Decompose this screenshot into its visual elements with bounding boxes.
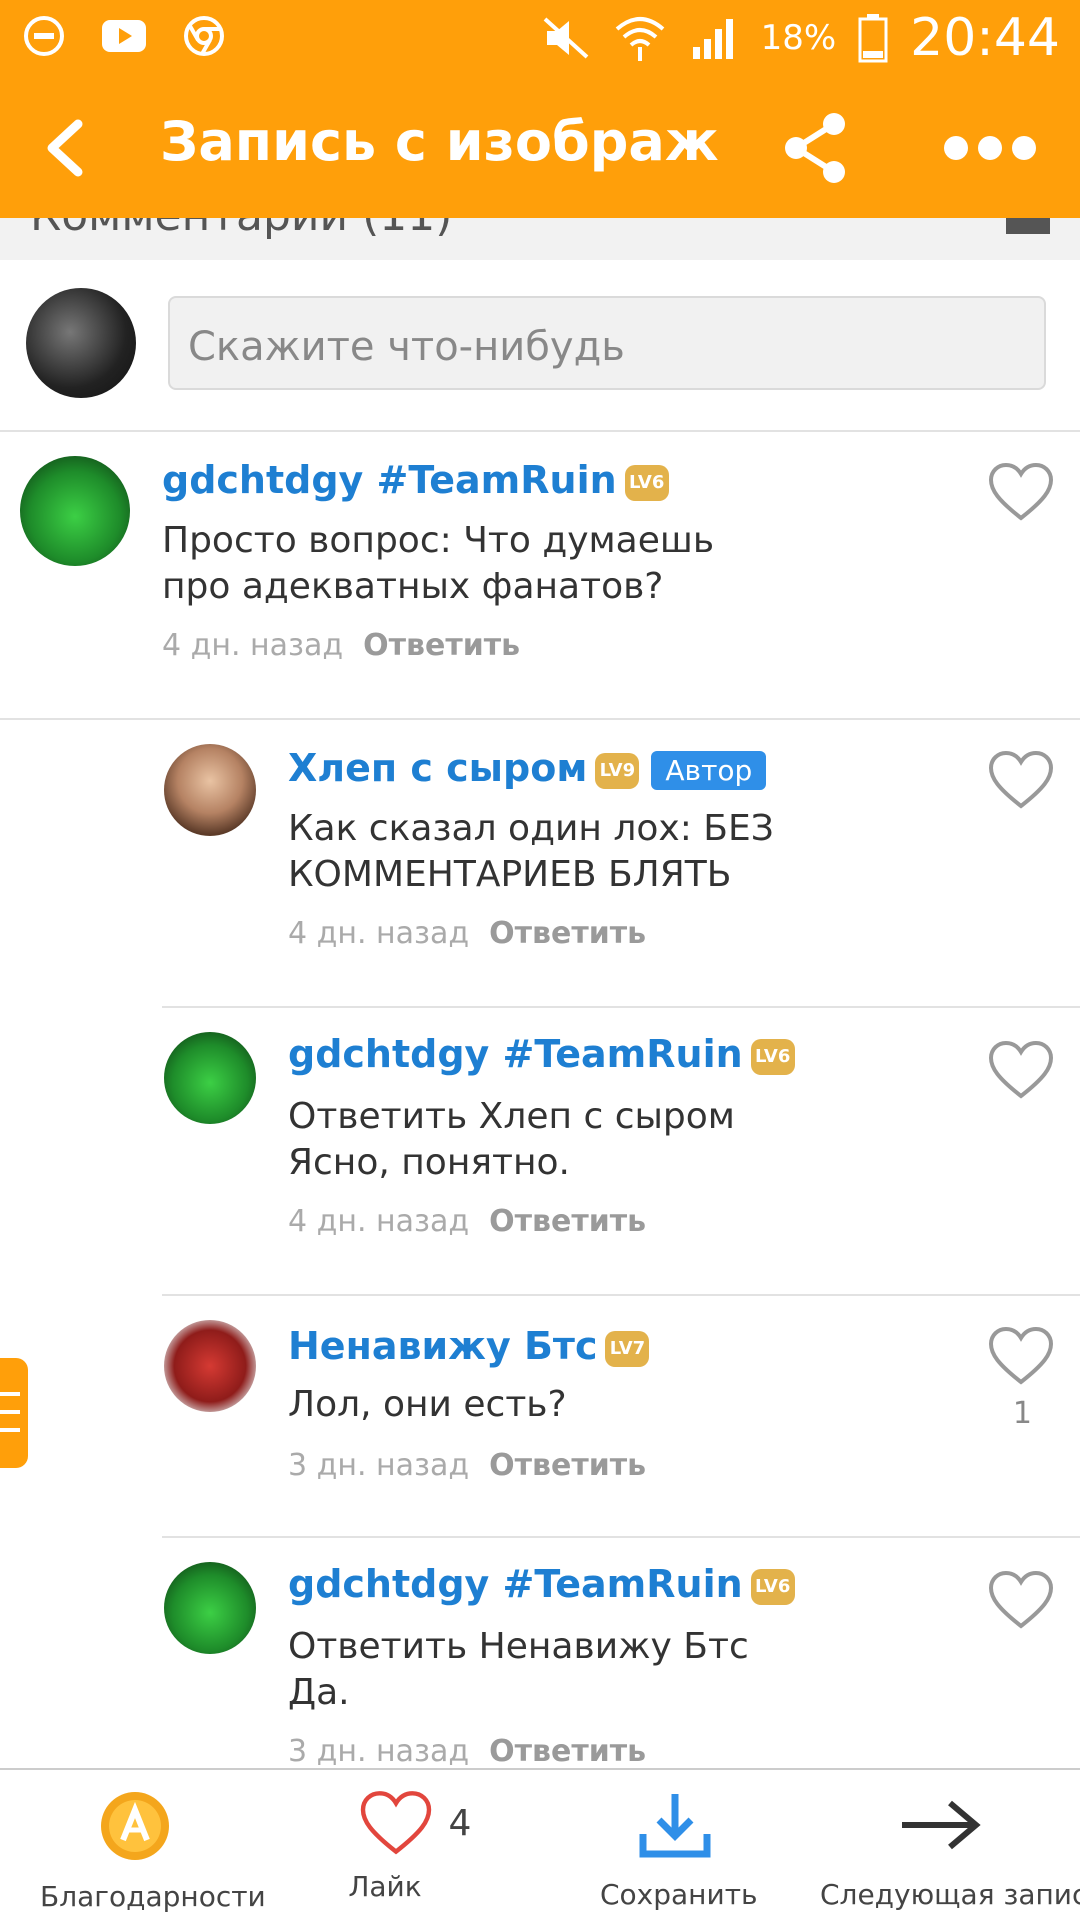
signal-icon (692, 19, 733, 59)
level-badge: LV6 (750, 1568, 795, 1605)
reply-button[interactable]: Ответить (489, 1204, 646, 1239)
battery-percent: 18% (760, 18, 837, 58)
level-badge: LV6 (750, 1038, 795, 1075)
bottom-action-bar: Благодарности 4 Лайк Сохранить Следующая… (0, 1768, 1080, 1922)
heart-icon[interactable] (988, 462, 1054, 522)
comment-item: gdchtdgy #TeamRuin LV6 Ответить Хлеп с сы… (162, 1008, 1080, 1296)
comment-time: 4 дн. назад (162, 628, 344, 663)
arrow-right-icon (902, 1800, 981, 1850)
level-badge: LV7 (605, 1330, 650, 1367)
sort-icon[interactable] (1006, 218, 1050, 234)
comment-meta: 3 дн. назад Ответить (288, 1448, 646, 1483)
comment-composer: Скажите что-нибудь (0, 260, 1080, 432)
more-options-icon[interactable] (940, 130, 1040, 166)
current-user-avatar[interactable] (26, 288, 136, 398)
comment-author[interactable]: Хлеп с сыром LV9 Автор (288, 746, 767, 790)
like-button[interactable]: 4 Лайк (340, 1790, 490, 1903)
comment-author[interactable]: gdchtdgy #TeamRuin LV6 (288, 1032, 795, 1076)
next-post-label: Следующая запись (820, 1878, 1080, 1911)
comment-meta: 4 дн. назад Ответить (288, 916, 646, 951)
comments-count-label: Комментарии (11) (30, 218, 452, 241)
comment-author[interactable]: gdchtdgy #TeamRuin LV6 (288, 1562, 795, 1606)
comment-input[interactable]: Скажите что-нибудь (168, 296, 1046, 390)
comment-item: Хлеп с сыром LV9 Автор Как сказал один лох… (162, 720, 1080, 1008)
reply-body: Да. (288, 1672, 350, 1713)
battery-icon (858, 14, 888, 63)
author-badge: Автор (651, 751, 767, 790)
heart-icon[interactable] (988, 750, 1054, 810)
comments-section-header: Комментарии (11) (0, 218, 1080, 260)
reply-body: Ясно, понятно. (288, 1142, 570, 1183)
comment-time: 4 дн. назад (288, 1204, 470, 1239)
next-post-button[interactable]: Следующая запись (820, 1790, 1080, 1911)
level-badge: LV6 (624, 464, 669, 501)
reply-button[interactable]: Ответить (489, 1448, 646, 1483)
comment-meta: 4 дн. назад Ответить (162, 628, 520, 663)
menu-line-icon (0, 1410, 20, 1414)
do-not-disturb-icon (24, 16, 64, 56)
comment-text: Ответить Хлеп с сыром Ясно, понятно. (288, 1094, 848, 1186)
comment-item: gdchtdgy #TeamRuin LV6 Просто вопрос: Что… (0, 432, 1080, 720)
reply-button[interactable]: Ответить (489, 1734, 646, 1769)
avatar[interactable] (164, 744, 256, 836)
comment-meta: 4 дн. назад Ответить (288, 1204, 646, 1239)
chrome-icon (184, 16, 224, 56)
reply-button[interactable]: Ответить (363, 628, 520, 663)
like-count: 4 (448, 1802, 472, 1844)
like-label: Лайк (348, 1870, 422, 1903)
coin-icon (101, 1792, 169, 1860)
page-title: Запись с изображ... (160, 110, 720, 173)
back-icon[interactable] (40, 118, 90, 178)
heart-icon[interactable] (988, 1040, 1054, 1100)
comment-item: gdchtdgy #TeamRuin LV6 Ответить Ненавижу … (162, 1538, 1080, 1769)
comment-author[interactable]: Ненавижу Бтс LV7 (288, 1324, 650, 1368)
comment-meta: 3 дн. назад Ответить (288, 1734, 646, 1769)
side-menu-tab[interactable] (0, 1358, 28, 1468)
status-bar: 18% 20:44 (0, 0, 1080, 78)
youtube-icon (102, 20, 146, 52)
heart-icon[interactable] (988, 1326, 1054, 1386)
reply-mention: Ответить Хлеп с сыром (288, 1096, 735, 1137)
comment-time: 4 дн. назад (288, 916, 470, 951)
reply-mention: Ответить Ненавижу Бтс (288, 1626, 749, 1667)
save-button[interactable]: Сохранить (600, 1790, 758, 1911)
comment-text: Лол, они есть? (288, 1384, 567, 1425)
save-label: Сохранить (600, 1878, 758, 1911)
comment-text: Просто вопрос: Что думаешь про адекватны… (162, 520, 715, 607)
download-icon (639, 1794, 711, 1858)
reply-button[interactable]: Ответить (489, 916, 646, 951)
avatar[interactable] (20, 456, 130, 566)
thanks-button[interactable]: Благодарности (40, 1790, 266, 1913)
heart-icon[interactable] (988, 1570, 1054, 1630)
avatar[interactable] (164, 1032, 256, 1124)
app-bar: 18% 20:44 Запись с изображ... (0, 0, 1080, 218)
comment-text: Как сказал один лох: БЕЗ КОММЕНТАРИЕВ БЛ… (288, 808, 774, 895)
mute-icon (543, 17, 588, 59)
share-icon[interactable] (780, 110, 850, 185)
avatar[interactable] (164, 1562, 256, 1654)
clock: 20:44 (910, 8, 1060, 68)
heart-icon (360, 1791, 431, 1855)
comment-time: 3 дн. назад (288, 1448, 470, 1483)
menu-line-icon (0, 1392, 20, 1396)
comment-item: Ненавижу Бтс LV7 Лол, они есть? 3 дн. наз… (162, 1296, 1080, 1538)
wifi-icon (615, 17, 664, 61)
avatar[interactable] (164, 1320, 256, 1412)
menu-line-icon (0, 1428, 20, 1432)
level-badge: LV9 (595, 752, 640, 789)
thanks-label: Благодарности (40, 1880, 266, 1913)
comment-time: 3 дн. назад (288, 1734, 470, 1769)
title-bar: Запись с изображ... (0, 80, 1080, 218)
comment-text: Ответить Ненавижу Бтс Да. (288, 1624, 848, 1716)
like-count: 1 (1012, 1396, 1032, 1431)
comment-author[interactable]: gdchtdgy #TeamRuin LV6 (162, 458, 669, 502)
